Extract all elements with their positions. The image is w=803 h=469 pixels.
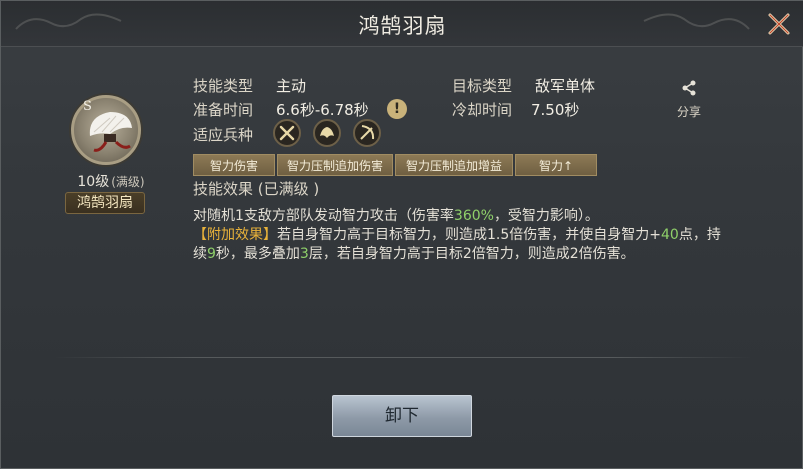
share-label: 分享 [676,105,701,119]
cooldown-label: 冷却时间 [452,101,513,119]
share-button[interactable]: 分享 [673,79,705,120]
equipment-detail-panel: 鸿鹄羽扇 S 10级 (满级) 鸿鹄羽扇 技能类型 主动 准备时间 6.6秒-6.… [0,0,803,469]
cooldown-value: 7.50秒 [531,101,580,119]
prep-time-value: 6.6秒-6.78秒 [276,101,369,119]
skill-type-label: 技能类型 [193,77,254,95]
effect-description: 对随机1支敌方部队发动智力攻击（伤害率360%，受智力影响）。 【附加效果】若自… [193,207,723,264]
archer-unit-badge [353,119,381,147]
cloud-ornament-icon [643,13,750,30]
stack-value: 3 [299,246,309,262]
warning-icon[interactable]: ! [387,99,407,119]
prep-time-label: 准备时间 [193,101,254,119]
title-bar: 鸿鹄羽扇 [1,1,803,47]
grade-letter: S [83,99,92,114]
item-level: 10级 (满级) [61,171,161,191]
fan-icon [89,112,132,152]
bonus-effect-tag: 【附加效果】 [193,227,277,243]
divider [55,357,751,358]
desc-text: 对随机1支敌方部队发动智力攻击（伤害率 [193,208,454,224]
desc-text: 秒，最多叠加 [215,246,300,262]
bonus-value: 40 [661,227,679,243]
close-button[interactable] [764,9,794,39]
desc-text: ，受智力影响）。 [493,208,599,224]
skill-tag: 智力压制追加增益 [395,154,513,176]
skill-tag: 智力伤害 [193,154,275,176]
skill-tag: 智力↑ [515,154,597,176]
level-value: 10级 [77,174,110,190]
item-avatar [71,95,141,165]
shield-icon [320,127,334,138]
close-icon [768,13,790,35]
item-name-badge: 鸿鹄羽扇 [65,192,145,214]
share-icon [682,80,696,96]
unit-type-label: 适应兵种 [193,126,254,144]
archer-icon [360,125,375,140]
target-type-value: 敌军单体 [535,77,596,95]
skill-tag: 智力压制追加伤害 [277,154,393,176]
target-type-label: 目标类型 [452,77,513,95]
desc-text: 层，若自身智力高于目标2倍智力，则造成2倍伤害。 [308,246,635,262]
cavalry-unit-badge [273,119,301,147]
skill-tags: 智力伤害 智力压制追加伤害 智力压制追加增益 智力↑ [193,154,597,176]
level-max-note: (满级) [111,175,145,189]
effect-title: 技能效果 (已满级 ) [193,180,320,198]
unload-button[interactable]: 卸下 [332,395,472,437]
damage-rate-value: 360% [453,208,494,224]
shield-unit-badge [313,119,341,147]
duration-value: 9 [207,246,216,262]
cavalry-icon [279,125,295,141]
skill-type-value: 主动 [276,77,307,95]
desc-text: 若自身智力高于目标智力，则造成1.5倍伤害，并使自身智力+ [277,227,661,243]
